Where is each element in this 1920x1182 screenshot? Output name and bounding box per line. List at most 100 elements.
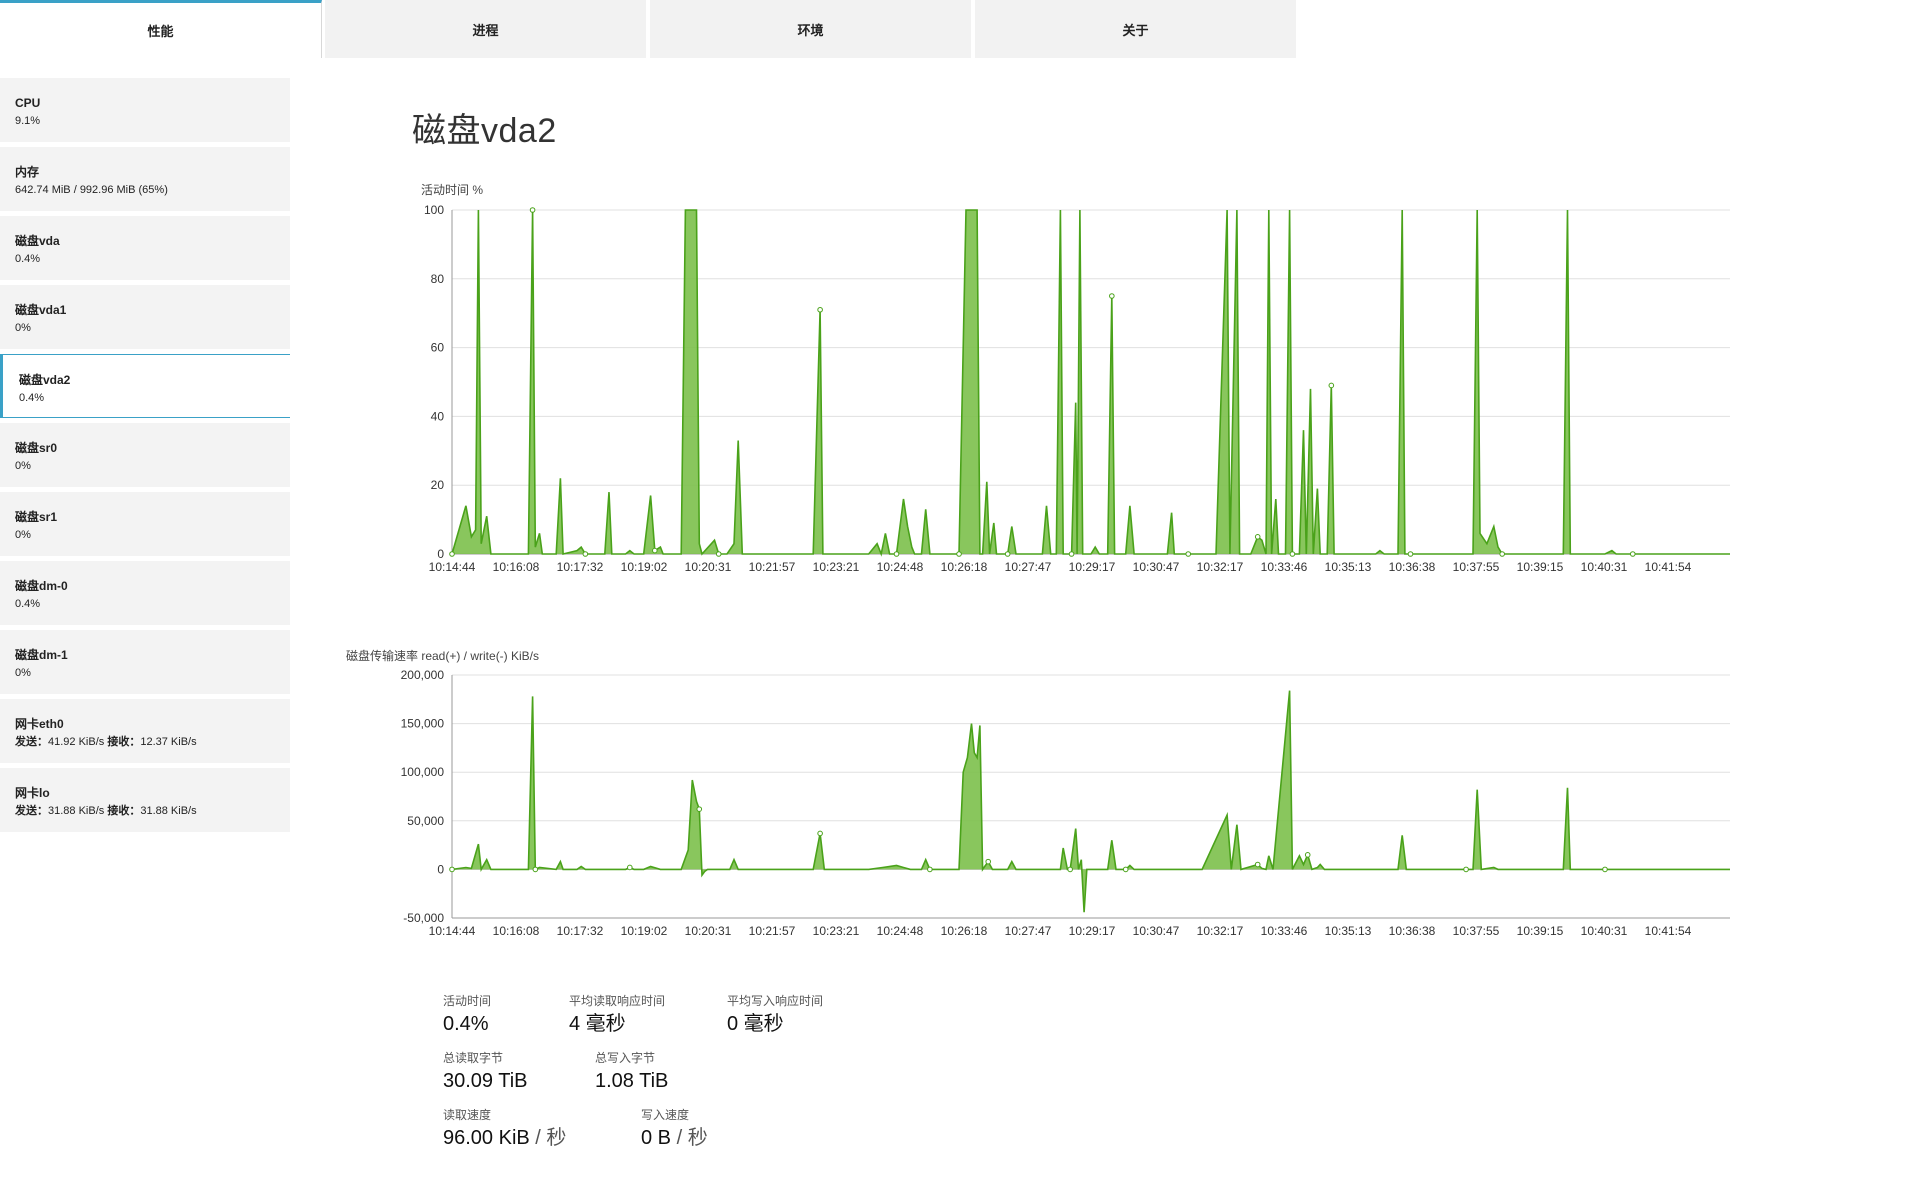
data-point	[1185, 551, 1192, 557]
x-tick-label: 10:30:47	[1133, 924, 1180, 938]
x-tick-label: 10:33:46	[1261, 924, 1308, 938]
x-tick-label: 10:30:47	[1133, 560, 1180, 574]
stat-label: 平均写入响应时间	[727, 994, 824, 1008]
x-tick-label: 10:27:47	[1005, 924, 1052, 938]
y-tick-label: -50,000	[403, 911, 444, 925]
x-tick-label: 10:33:46	[1261, 560, 1308, 574]
stat-label: 读取速度	[443, 1108, 492, 1122]
stat-value: 0 B / 秒	[641, 1125, 708, 1151]
x-tick-label: 10:19:02	[621, 924, 668, 938]
data-point	[893, 551, 900, 557]
stat-avg-write-response: 平均写入响应时间 0 毫秒	[727, 993, 823, 1037]
series-line	[451, 209, 1730, 557]
x-tick-label: 10:36:38	[1389, 560, 1436, 574]
y-tick-label: 100,000	[401, 765, 445, 779]
stat-separator: /	[671, 1127, 688, 1149]
x-tick-label: 10:14:44	[429, 924, 476, 938]
data-point	[817, 830, 823, 837]
x-tick-label: 10:32:17	[1197, 560, 1244, 574]
stat-value: 1.08 TiB	[595, 1070, 669, 1092]
data-point	[985, 858, 992, 865]
stat-number: 96.00 KiB	[443, 1127, 530, 1149]
stat-value: 4 毫秒	[569, 1013, 626, 1035]
data-point	[1304, 852, 1311, 858]
y-tick-label: 0	[437, 547, 444, 561]
stat-value: 0 毫秒	[727, 1013, 784, 1035]
y-tick-label: 150,000	[401, 717, 445, 731]
x-tick-label: 10:26:18	[941, 924, 988, 938]
x-tick-label: 10:35:13	[1325, 560, 1372, 574]
data-point	[449, 551, 455, 557]
y-tick-label: 40	[431, 409, 445, 423]
stat-label: 总写入字节	[595, 1051, 656, 1065]
x-tick-label: 10:23:21	[813, 560, 860, 574]
data-point	[1109, 293, 1115, 299]
x-tick-label: 10:20:31	[685, 560, 732, 574]
data-point	[1004, 551, 1011, 557]
stat-label: 写入速度	[641, 1108, 690, 1122]
x-tick-label: 10:16:08	[493, 560, 540, 574]
y-tick-label: 60	[431, 341, 445, 355]
x-tick-label: 10:29:17	[1069, 560, 1116, 574]
x-tick-label: 10:24:48	[877, 560, 924, 574]
stat-separator: /	[529, 1127, 547, 1149]
data-point	[1254, 861, 1261, 868]
data-point	[1122, 866, 1129, 873]
y-tick-label: 80	[431, 272, 445, 286]
data-point	[582, 551, 589, 557]
data-point	[956, 551, 962, 557]
data-point	[529, 207, 536, 213]
x-tick-label: 10:24:48	[877, 924, 924, 938]
x-tick-label: 10:35:13	[1325, 924, 1372, 938]
x-tick-label: 10:39:15	[1517, 924, 1564, 938]
stat-total-read: 总读取字节 30.09 TiB	[443, 1050, 528, 1094]
stat-avg-read-response: 平均读取响应时间 4 毫秒	[569, 993, 665, 1037]
x-tick-label: 10:21:57	[749, 924, 796, 938]
stat-number: 0 B	[641, 1127, 672, 1149]
data-point	[1499, 551, 1505, 557]
stat-value: 0.4%	[443, 1013, 489, 1035]
x-tick-label: 10:37:55	[1453, 560, 1500, 574]
stat-active-time: 活动时间 0.4%	[443, 993, 491, 1037]
y-tick-label: 100	[424, 203, 444, 217]
x-tick-label: 10:39:15	[1517, 560, 1564, 574]
stat-unit: 秒	[546, 1127, 567, 1149]
stat-label: 总读取字节	[443, 1051, 504, 1065]
x-tick-label: 10:41:54	[1645, 560, 1692, 574]
x-tick-label: 10:23:21	[813, 924, 860, 938]
y-tick-label: 50,000	[407, 814, 444, 828]
stat-unit: 秒	[687, 1127, 708, 1149]
stat-write-speed: 写入速度 0 B / 秒	[641, 1107, 708, 1151]
data-point	[1328, 382, 1335, 389]
x-tick-label: 10:32:17	[1197, 924, 1244, 938]
data-point	[1463, 866, 1469, 873]
series-area	[452, 210, 1730, 554]
data-point	[817, 306, 823, 313]
stat-read-speed: 读取速度 96.00 KiB / 秒	[443, 1107, 566, 1151]
y-tick-label: 0	[437, 862, 444, 876]
data-point	[696, 806, 703, 812]
stat-label: 平均读取响应时间	[569, 994, 666, 1008]
stat-value: 96.00 KiB / 秒	[443, 1125, 566, 1151]
x-tick-label: 10:17:32	[557, 924, 604, 938]
data-point	[627, 864, 633, 871]
x-tick-label: 10:17:32	[557, 560, 604, 574]
y-tick-label: 200,000	[401, 668, 445, 682]
x-tick-label: 10:40:31	[1581, 924, 1628, 938]
charts-canvas: 0 20 40 60 80 100 10:14:44 10:16:08 10:17:32 10:1…	[401, 203, 1730, 938]
stat-total-write: 总写入字节 1.08 TiB	[595, 1050, 668, 1094]
stat-label: 活动时间	[443, 994, 492, 1008]
x-tick-label: 10:21:57	[749, 560, 796, 574]
x-tick-label: 10:41:54	[1645, 924, 1692, 938]
data-point	[652, 547, 658, 554]
data-point	[1407, 551, 1414, 557]
x-tick-label: 10:26:18	[941, 560, 988, 574]
data-point	[927, 866, 933, 873]
stat-value: 30.09 TiB	[443, 1070, 528, 1092]
data-point	[715, 551, 722, 557]
data-point	[1068, 551, 1075, 557]
data-point	[532, 866, 539, 873]
x-tick-label: 10:37:55	[1453, 924, 1500, 938]
x-tick-label: 10:16:08	[493, 924, 540, 938]
x-tick-label: 10:27:47	[1005, 560, 1052, 574]
